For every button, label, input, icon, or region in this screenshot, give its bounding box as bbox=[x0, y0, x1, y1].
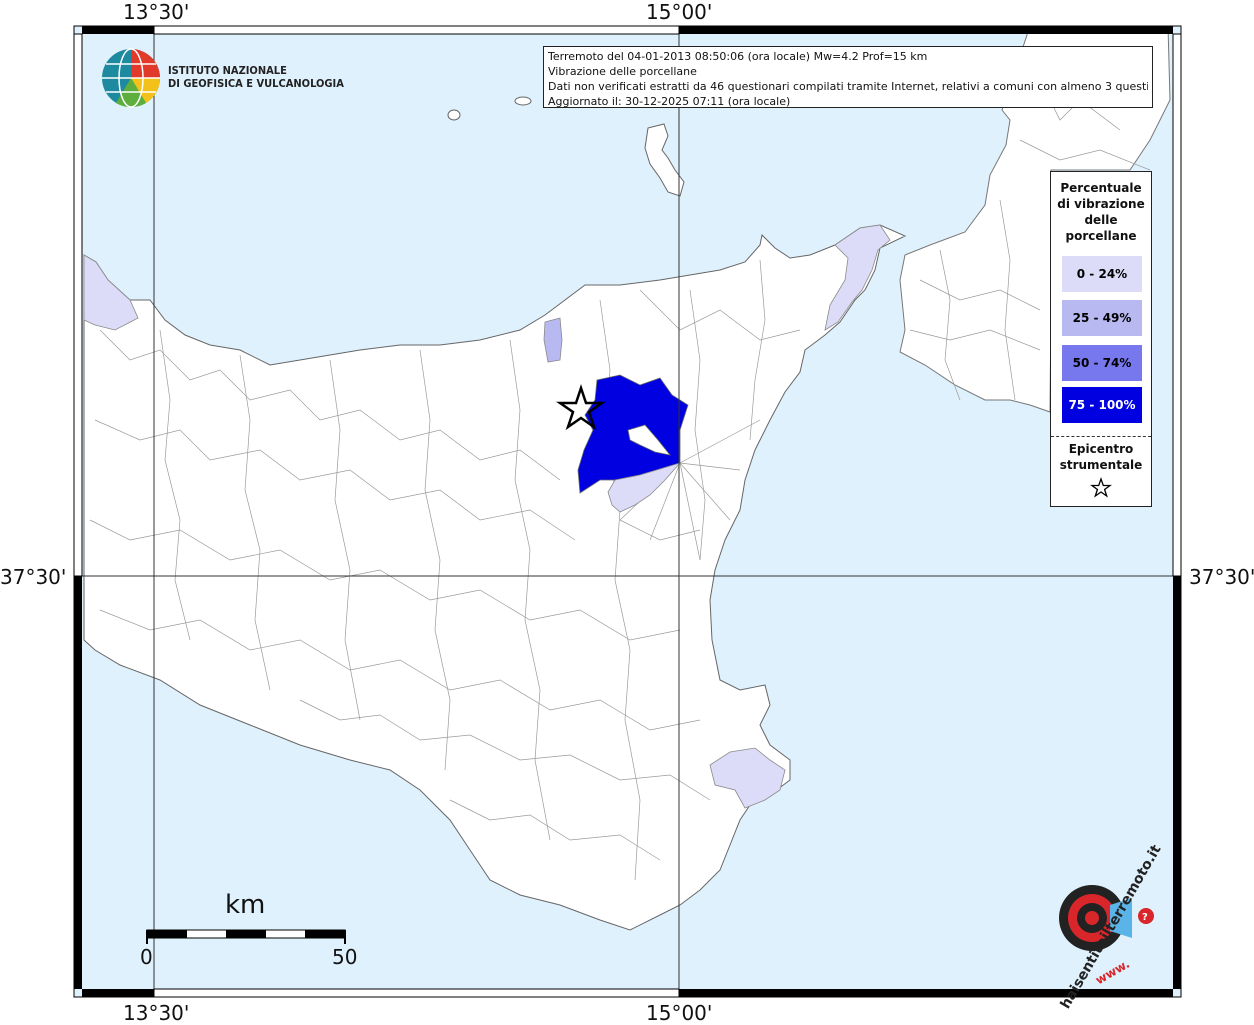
star-icon bbox=[1090, 477, 1112, 498]
legend-item-75-100: 75 - 100% bbox=[1062, 387, 1142, 423]
tick-label-right-lat: 37°30' bbox=[1189, 565, 1254, 589]
legend-item-0-24: 0 - 24% bbox=[1062, 256, 1142, 292]
ingv-logo-text: ISTITUTO NAZIONALE DI GEOFISICA E VULCAN… bbox=[168, 64, 344, 90]
map-canvas[interactable]: ? bbox=[0, 0, 1254, 1024]
legend-epicenter-line: strumentale bbox=[1059, 458, 1143, 472]
legend-title-line: di vibrazione bbox=[1057, 197, 1145, 211]
scale-min-label: 0 bbox=[140, 945, 153, 969]
legend-item-50-74: 50 - 74% bbox=[1062, 345, 1142, 381]
legend-item-25-49: 25 - 49% bbox=[1062, 300, 1142, 336]
legend-title: Percentuale di vibrazione delle porcella… bbox=[1051, 180, 1151, 244]
tick-label-bottom-left: 13°30' bbox=[123, 1001, 190, 1025]
scale-max-label: 50 bbox=[332, 945, 358, 969]
event-info-line4: Aggiornato il: 30-12-2025 07:11 (ora loc… bbox=[548, 95, 791, 108]
legend-separator bbox=[1051, 436, 1151, 437]
ingv-line2: DI GEOFISICA E VULCANOLOGIA bbox=[168, 77, 344, 90]
legend: Percentuale di vibrazione delle porcella… bbox=[1050, 171, 1152, 507]
legend-epicenter: Epicentro strumentale bbox=[1051, 441, 1151, 503]
ingv-globe-icon bbox=[102, 48, 161, 108]
legend-title-line: delle bbox=[1084, 213, 1118, 227]
region-class-1 bbox=[543, 317, 563, 363]
island bbox=[447, 109, 461, 121]
ingv-line1: ISTITUTO NAZIONALE bbox=[168, 64, 287, 77]
scale-unit-label: km bbox=[225, 890, 266, 920]
legend-title-line: porcellane bbox=[1065, 229, 1137, 243]
tick-label-bottom-right: 15°00' bbox=[646, 1001, 713, 1025]
legend-epicenter-line: Epicentro bbox=[1068, 442, 1134, 456]
legend-title-line: Percentuale bbox=[1060, 181, 1142, 195]
event-info-line1: Terremoto del 04-01-2013 08:50:06 (ora l… bbox=[548, 50, 928, 63]
watermark-text: haisentitoilterremoto.it www. bbox=[1040, 842, 1165, 1015]
tick-label-top-right: 15°00' bbox=[646, 0, 713, 24]
tick-label-top-left: 13°30' bbox=[123, 0, 190, 24]
island bbox=[514, 96, 532, 106]
event-info-box: Terremoto del 04-01-2013 08:50:06 (ora l… bbox=[543, 46, 1153, 108]
tick-label-left-lat: 37°30' bbox=[0, 565, 67, 589]
event-info-line2: Vibrazione delle porcellane bbox=[548, 65, 697, 78]
event-info-line3: Dati non verificati estratti da 46 quest… bbox=[548, 80, 1148, 93]
